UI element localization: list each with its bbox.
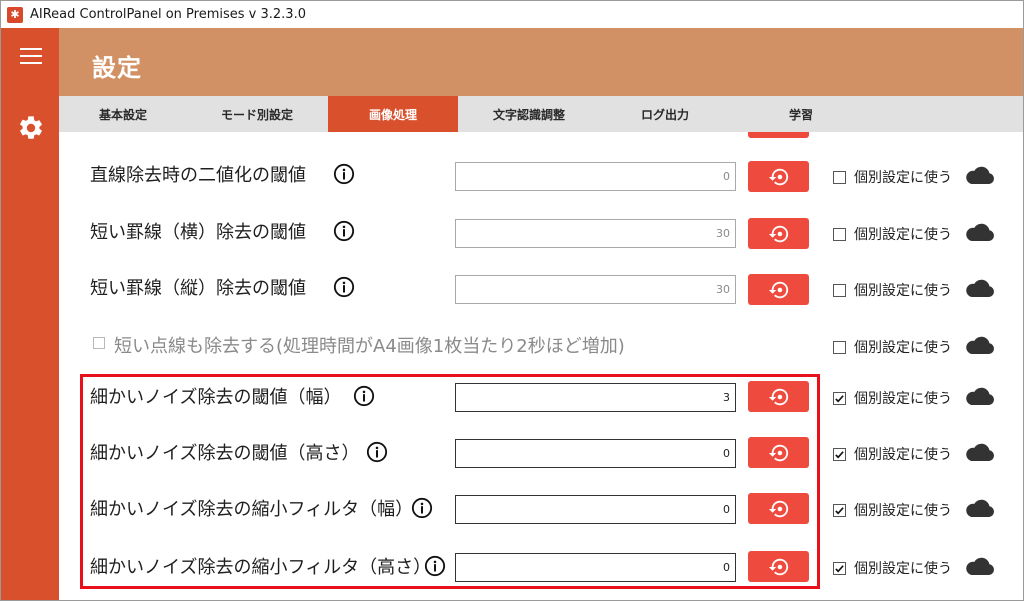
individual-setting-label: 個別設定に使う [854, 170, 952, 186]
info-icon[interactable] [366, 441, 388, 463]
window-title: AIRead ControlPanel on Premises v 3.2.3.… [30, 7, 306, 22]
cloud-icon[interactable] [965, 556, 995, 576]
setting-label: 短い罫線（縦）除去の閾値 [90, 278, 306, 299]
remove-dotted-lines-checkbox[interactable] [93, 337, 105, 349]
individual-setting-checkbox[interactable]: 個別設定に使う [833, 558, 952, 578]
tab-image-processing[interactable]: 画像処理 [328, 96, 458, 132]
setting-row-noise-threshold-width: 細かいノイズ除去の閾値（幅） 個別設定に使う [59, 368, 1023, 424]
info-icon[interactable] [353, 385, 375, 407]
page-title: 設定 [92, 54, 142, 82]
reset-button[interactable] [748, 218, 809, 249]
tab-learning[interactable]: 学習 [736, 96, 866, 132]
individual-setting-checkbox[interactable]: 個別設定に使う [833, 224, 952, 244]
reset-icon [768, 500, 788, 517]
reset-button[interactable] [748, 493, 809, 524]
info-icon[interactable] [424, 555, 446, 577]
threshold-input[interactable] [455, 383, 736, 412]
page-header: 設定 [59, 28, 1023, 96]
setting-row-short-line-horizontal: 短い罫線（横）除去の閾値 個別設定に使う [59, 204, 1023, 260]
reset-button[interactable] [748, 274, 809, 305]
threshold-input[interactable] [455, 162, 736, 191]
threshold-input[interactable] [455, 495, 736, 524]
tab-basic-settings[interactable]: 基本設定 [59, 96, 187, 132]
setting-label: 細かいノイズ除去の閾値（幅） [90, 387, 342, 408]
individual-setting-checkbox[interactable]: 個別設定に使う [833, 444, 952, 464]
individual-setting-checkbox[interactable]: 個別設定に使う [833, 388, 952, 408]
app-logo-icon: ✱ [7, 6, 23, 23]
threshold-input[interactable] [455, 275, 736, 304]
setting-label: 細かいノイズ除去の閾値（高さ） [90, 443, 360, 464]
individual-setting-checkbox[interactable]: 個別設定に使う [833, 500, 952, 520]
individual-setting-label: 個別設定に使う [854, 561, 952, 577]
individual-setting-checkbox[interactable]: 個別設定に使う [833, 167, 952, 187]
individual-setting-label: 個別設定に使う [854, 340, 952, 356]
tab-log-output[interactable]: ログ出力 [600, 96, 730, 132]
setting-row-remove-dotted-lines: 短い点線も除去する(処理時間がA4画像1枚当たり2秒ほど増加) 個別設定に使う [59, 316, 1023, 372]
individual-setting-label: 個別設定に使う [854, 227, 952, 243]
threshold-input[interactable] [455, 553, 736, 582]
reset-icon [768, 281, 788, 298]
setting-row-noise-filter-width: 細かいノイズ除去の縮小フィルタ（幅） 個別設定に使う [59, 480, 1023, 536]
cloud-icon[interactable] [965, 442, 995, 462]
info-icon[interactable] [333, 276, 355, 298]
individual-setting-label: 個別設定に使う [854, 503, 952, 519]
cloud-icon[interactable] [965, 498, 995, 518]
setting-label: 細かいノイズ除去の縮小フィルタ（高さ） [90, 557, 432, 578]
title-bar: ✱ AIRead ControlPanel on Premises v 3.2.… [1, 1, 1023, 28]
individual-setting-label: 個別設定に使う [854, 283, 952, 299]
cloud-icon[interactable] [965, 165, 995, 185]
tab-ocr-tuning[interactable]: 文字認識調整 [464, 96, 594, 132]
gear-icon[interactable] [17, 114, 45, 142]
reset-button[interactable] [748, 437, 809, 468]
setting-label: 短い点線も除去する(処理時間がA4画像1枚当たり2秒ほど増加) [114, 336, 625, 357]
setting-label: 直線除去時の二値化の閾値 [90, 165, 306, 186]
reset-button-partial[interactable] [748, 132, 809, 138]
info-icon[interactable] [333, 220, 355, 242]
reset-icon [768, 444, 788, 461]
reset-icon [768, 168, 788, 185]
threshold-input[interactable] [455, 439, 736, 468]
cloud-icon[interactable] [965, 386, 995, 406]
threshold-input[interactable] [455, 219, 736, 248]
tab-bar: 基本設定 モード別設定 画像処理 文字認識調整 ログ出力 学習 [59, 96, 1023, 132]
info-icon[interactable] [333, 163, 355, 185]
individual-setting-label: 個別設定に使う [854, 391, 952, 407]
tab-mode-settings[interactable]: モード別設定 [192, 96, 322, 132]
cloud-icon[interactable] [965, 222, 995, 242]
reset-button[interactable] [748, 161, 809, 192]
setting-row-short-line-vertical: 短い罫線（縦）除去の閾値 個別設定に使う [59, 260, 1023, 316]
individual-setting-label: 個別設定に使う [854, 447, 952, 463]
cloud-icon[interactable] [965, 335, 995, 355]
setting-row-noise-threshold-height: 細かいノイズ除去の閾値（高さ） 個別設定に使う [59, 424, 1023, 480]
setting-label: 短い罫線（横）除去の閾値 [90, 222, 306, 243]
settings-content: 直線除去時の二値化の閾値 個別設定に使う 短い罫線（横）除去の閾値 個別設定に使… [59, 132, 1023, 600]
reset-icon [768, 388, 788, 405]
cloud-icon[interactable] [965, 278, 995, 298]
setting-row-line-removal-threshold: 直線除去時の二値化の閾値 個別設定に使う [59, 147, 1023, 203]
individual-setting-checkbox[interactable]: 個別設定に使う [833, 280, 952, 300]
hamburger-menu-icon[interactable] [20, 48, 42, 64]
reset-button[interactable] [748, 381, 809, 412]
reset-icon [768, 225, 788, 242]
individual-setting-checkbox[interactable]: 個別設定に使う [833, 337, 952, 357]
side-rail [1, 28, 59, 600]
setting-label: 細かいノイズ除去の縮小フィルタ（幅） [90, 499, 414, 520]
reset-button[interactable] [748, 551, 809, 582]
reset-icon [768, 558, 788, 575]
info-icon[interactable] [411, 497, 433, 519]
setting-row-noise-filter-height: 細かいノイズ除去の縮小フィルタ（高さ） 個別設定に使う [59, 536, 1023, 592]
